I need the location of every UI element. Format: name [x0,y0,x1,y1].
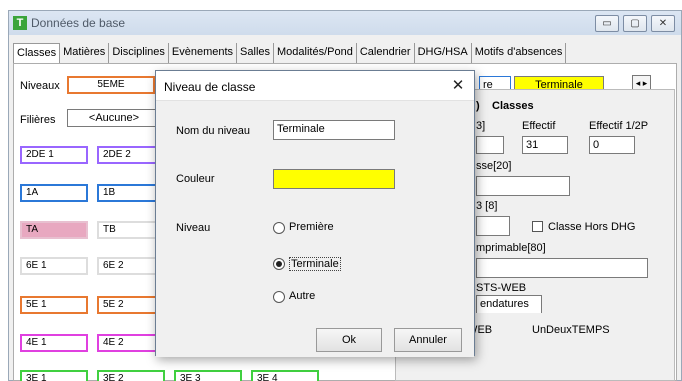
couleur-label: Couleur [176,173,215,185]
couleur-swatch[interactable] [273,169,395,189]
tab-disciplines[interactable]: Disciplines [109,43,169,63]
tab-salles[interactable]: Salles [237,43,275,63]
class-3e-2[interactable]: 3E 2 [97,370,165,381]
detail-header: Classes [492,100,534,112]
window-titlebar[interactable]: T Données de base ▭ ▢ ✕ [9,11,681,35]
niveau-classe-dialog: Niveau de classe ✕ Nom du niveau Termina… [155,70,475,357]
tab-motifs-absences[interactable]: Motifs d'absences [472,43,567,63]
tab-matieres[interactable]: Matières [60,43,110,63]
niveau-label: Niveau [176,222,211,234]
hors-dhg-label: Classe Hors DHG [548,221,636,233]
niveaux-label: Niveaux [20,80,60,92]
effectif-12-field[interactable]: 0 [589,136,635,154]
close-window-button[interactable]: ✕ [651,15,675,32]
tab-bar: Classes Matières Disciplines Evènements … [13,43,567,63]
detail-code-field[interactable] [476,136,504,154]
class-3e-4[interactable]: 3E 4 [251,370,319,381]
libelle-label-fragment: sse[20] [476,160,512,172]
imprimable-field[interactable] [476,258,648,278]
filieres-select[interactable]: <Aucune> [67,109,161,127]
radio-premiere-label: Première [289,221,334,233]
radio-premiere[interactable] [273,222,285,234]
app-logo-icon: T [13,16,27,30]
tab-dhg-hsa[interactable]: DHG/HSA [415,43,472,63]
minimize-button[interactable]: ▭ [595,15,619,32]
tab-classes[interactable]: Classes [13,43,61,63]
annuler-button[interactable]: Annuler [394,328,462,352]
tab-evenements[interactable]: Evènements [169,43,238,63]
radio-terminale-label: Terminale [289,257,341,271]
tab-modalites[interactable]: Modalités/Pond [274,43,357,63]
class-3e-3[interactable]: 3E 3 [174,370,242,381]
dialog-titlebar[interactable]: Niveau de classe ✕ [156,71,474,101]
nom-niveau-input[interactable]: Terminale [273,120,395,140]
nom-niveau-label: Nom du niveau [176,125,250,137]
window-title: Données de base [31,16,126,30]
code-field[interactable] [476,216,510,236]
radio-terminale[interactable] [273,258,285,270]
class-5e-1[interactable]: 5E 1 [20,296,88,314]
effectif-label: Effectif [522,120,556,132]
class-6e-1[interactable]: 6E 1 [20,257,88,275]
libelle-field[interactable] [476,176,570,196]
radio-autre-label: Autre [289,290,316,302]
dialog-title: Niveau de classe [164,80,256,94]
class-ta[interactable]: TA [20,221,88,239]
tab-calendrier[interactable]: Calendrier [357,43,415,63]
dialog-body: Nom du niveau Terminale Couleur Niveau P… [156,101,474,357]
dialog-close-icon[interactable]: ✕ [448,76,468,96]
effectif-field[interactable]: 31 [522,136,568,154]
filieres-label: Filières [20,114,56,126]
effectif-12-label: Effectif 1/2P [589,120,649,132]
undeuxtemps-column: UnDeuxTEMPS [532,324,610,336]
class-4e-1[interactable]: 4E 1 [20,334,88,352]
hors-dhg-checkbox[interactable] [532,221,543,232]
radio-autre[interactable] [273,291,285,303]
code-label-fragment: 3 [8] [476,200,498,212]
ok-button[interactable]: Ok [316,328,382,352]
imprimable-label-fragment: mprimable[80] [476,242,546,254]
nomenclatures-tab[interactable]: endatures [476,295,542,313]
maximize-button[interactable]: ▢ [623,15,647,32]
niveaux-select[interactable]: 5EME [67,76,155,94]
class-2de-1[interactable]: 2DE 1 [20,146,88,164]
class-1a[interactable]: 1A [20,184,88,202]
class-3e-1[interactable]: 3E 1 [20,370,88,381]
detail-col1-fragment: 3] [476,120,486,132]
detail-header-fragment: ) [476,100,480,112]
sts-group-fragment: STS-WEB [476,282,527,294]
